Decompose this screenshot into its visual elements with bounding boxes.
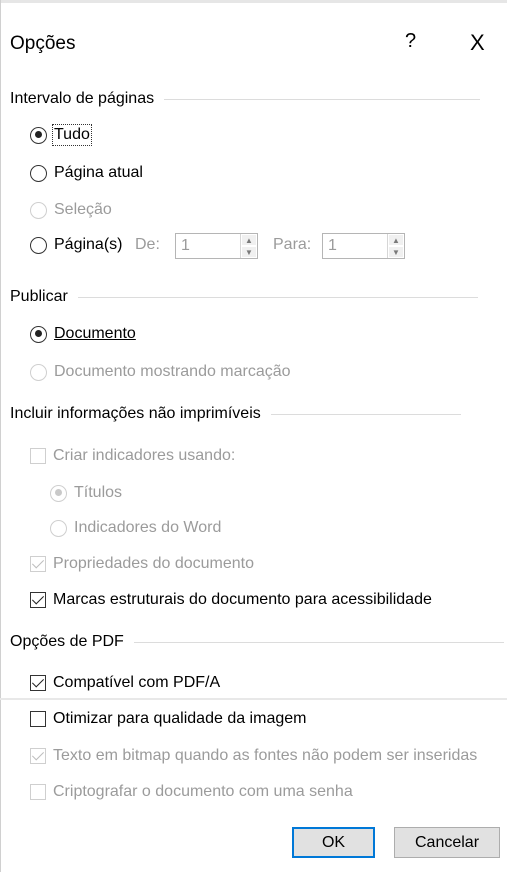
- radio-current-page-label: Página atual: [54, 164, 143, 181]
- radio-current-page[interactable]: Página atual: [30, 164, 143, 182]
- radio-selection-label: Seleção: [54, 201, 112, 218]
- checkbox-structure-tags[interactable]: Marcas estruturais do documento para ace…: [30, 591, 432, 609]
- checkbox-bitmap-text[interactable]: Texto em bitmap quando as fontes não pod…: [30, 747, 477, 765]
- radio-document-markup[interactable]: Documento mostrando marcação: [30, 363, 291, 381]
- nonprint-group: Incluir informações não imprimíveis: [10, 405, 461, 423]
- pdf-options-group: Opções de PDF: [10, 633, 504, 651]
- checkbox-pdfa-box[interactable]: [30, 675, 46, 691]
- pdf-options-group-label: Opções de PDF: [10, 633, 124, 650]
- radio-headings[interactable]: Títulos: [50, 484, 122, 502]
- checkbox-encrypt-box[interactable]: [30, 784, 46, 800]
- group-divider: [164, 98, 481, 100]
- from-down-arrow-icon[interactable]: ▼: [241, 246, 257, 258]
- radio-document[interactable]: Documento: [30, 325, 136, 343]
- checkbox-bitmap-text-label: Texto em bitmap quando as fontes não pod…: [53, 747, 478, 764]
- top-border: [0, 0, 507, 3]
- radio-selection-indicator[interactable]: [30, 201, 47, 219]
- checkbox-pdfa[interactable]: Compatível com PDF/A: [30, 674, 220, 692]
- checkbox-document-properties[interactable]: Propriedades do documento: [30, 555, 254, 573]
- checkbox-encrypt-label: Criptografar o documento com uma senha: [53, 783, 353, 800]
- checkbox-document-properties-box[interactable]: [30, 556, 46, 572]
- radio-headings-indicator[interactable]: [50, 484, 67, 502]
- left-border: [0, 0, 1, 872]
- from-stepper[interactable]: 1 ▲ ▼: [175, 233, 258, 259]
- group-divider: [270, 413, 461, 415]
- help-button[interactable]: ?: [405, 30, 416, 53]
- checkbox-structure-tags-label: Marcas estruturais do documento para ace…: [53, 591, 432, 608]
- radio-word-bookmarks-label: Indicadores do Word: [74, 519, 222, 536]
- radio-document-markup-indicator[interactable]: [30, 363, 47, 381]
- checkbox-encrypt[interactable]: Criptografar o documento com uma senha: [30, 783, 353, 801]
- to-value[interactable]: 1: [323, 234, 387, 258]
- checkbox-structure-tags-box[interactable]: [30, 592, 46, 608]
- checkbox-create-bookmarks-label: Criar indicadores usando:: [53, 447, 236, 464]
- checkbox-bitmap-text-box[interactable]: [30, 748, 46, 764]
- radio-document-label: Documento: [54, 325, 136, 342]
- nonprint-group-label: Incluir informações não imprimíveis: [10, 405, 261, 422]
- radio-word-bookmarks[interactable]: Indicadores do Word: [50, 519, 221, 537]
- radio-document-markup-label: Documento mostrando marcação: [54, 363, 291, 380]
- radio-all-indicator[interactable]: [30, 126, 47, 144]
- radio-current-page-indicator[interactable]: [30, 164, 47, 182]
- group-divider: [133, 641, 504, 643]
- to-label: Para:: [273, 236, 312, 253]
- from-up-arrow-icon[interactable]: ▲: [241, 234, 257, 246]
- cancel-button[interactable]: Cancelar: [394, 827, 500, 858]
- checkbox-optimize-image[interactable]: Otimizar para qualidade da imagem: [30, 710, 306, 728]
- to-up-arrow-icon[interactable]: ▲: [388, 234, 404, 246]
- checkbox-create-bookmarks[interactable]: Criar indicadores usando:: [30, 447, 235, 465]
- radio-all-label: Tudo: [52, 124, 92, 146]
- publish-group: Publicar: [10, 288, 478, 306]
- checkbox-optimize-image-box[interactable]: [30, 711, 46, 727]
- to-stepper[interactable]: 1 ▲ ▼: [322, 233, 405, 259]
- to-down-arrow-icon[interactable]: ▼: [388, 246, 404, 258]
- radio-all[interactable]: Tudo: [30, 124, 92, 146]
- ok-button[interactable]: OK: [292, 827, 375, 858]
- checkbox-optimize-image-label: Otimizar para qualidade da imagem: [53, 710, 307, 727]
- from-label: De:: [135, 236, 160, 253]
- separator-line: [0, 698, 507, 700]
- radio-pages[interactable]: Página(s): [30, 236, 122, 254]
- radio-pages-label: Página(s): [54, 236, 123, 253]
- group-divider: [77, 296, 478, 298]
- page-range-group: Intervalo de páginas: [10, 90, 481, 108]
- from-value[interactable]: 1: [176, 234, 240, 258]
- radio-document-indicator[interactable]: [30, 325, 47, 343]
- radio-selection[interactable]: Seleção: [30, 201, 112, 219]
- close-button[interactable]: X: [470, 30, 485, 56]
- radio-word-bookmarks-indicator[interactable]: [50, 519, 67, 537]
- checkbox-pdfa-label: Compatível com PDF/A: [53, 674, 221, 691]
- checkbox-document-properties-label: Propriedades do documento: [53, 555, 255, 572]
- dialog-title: Opções: [10, 33, 76, 54]
- radio-pages-indicator[interactable]: [30, 236, 47, 254]
- publish-group-label: Publicar: [10, 288, 68, 305]
- page-range-group-label: Intervalo de páginas: [10, 90, 155, 107]
- checkbox-create-bookmarks-box[interactable]: [30, 448, 46, 464]
- radio-headings-label: Títulos: [74, 484, 123, 501]
